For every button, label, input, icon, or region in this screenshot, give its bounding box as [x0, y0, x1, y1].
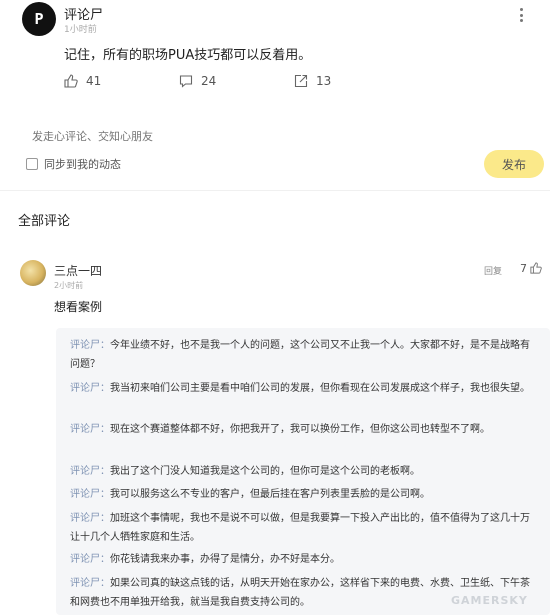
reply-author[interactable]: 评论尸：	[70, 513, 110, 524]
reply-author[interactable]: 评论尸：	[70, 554, 110, 565]
post-body: 记住，所有的职场PUA技巧都可以反着用。	[64, 48, 312, 63]
reply-author[interactable]: 评论尸：	[70, 383, 110, 394]
watermark: GAMERSKY	[451, 594, 528, 607]
comments-section-title: 全部评论	[18, 214, 71, 229]
reply-text: 今年业绩不好，也不是我一个人的问题，这个公司又不止我一个人。大家都不好，是不是战…	[70, 340, 530, 370]
post-header: P 评论尸 1小时前	[16, 0, 536, 40]
like-count: 41	[86, 74, 102, 88]
post-author[interactable]: 评论尸	[64, 4, 103, 23]
reply-item: 评论尸：加班这个事情呢，我也不是说不可以做，但是我要算一下投入产出比的，值不值得…	[70, 509, 530, 547]
comment-author[interactable]: 三点一四	[54, 262, 102, 279]
reply-item: 评论尸：我可以服务这么不专业的客户，但最后挂在客户列表里丢脸的是公司啊。	[70, 485, 530, 504]
post-time: 1小时前	[64, 25, 97, 35]
reply-author[interactable]: 评论尸：	[70, 340, 110, 351]
reply-author[interactable]: 评论尸：	[70, 489, 110, 500]
more-options-icon[interactable]	[512, 6, 530, 24]
thumbs-up-icon	[64, 74, 78, 88]
reply-text: 现在这个赛道整体都不好，你把我开了，我可以换份工作，但你这公司也转型不了啊。	[110, 424, 490, 435]
reply-text: 我可以服务这么不专业的客户，但最后挂在客户列表里丢脸的是公司啊。	[110, 489, 430, 500]
commenter-avatar[interactable]	[20, 260, 46, 286]
share-icon	[294, 74, 308, 88]
reply-text: 你花钱请我来办事，办得了是情分，办不好是本分。	[110, 554, 340, 565]
comment-like-icon[interactable]	[530, 262, 542, 274]
reply-item: 评论尸：我当初来咱们公司主要是看中咱们公司的发展，但你看现在公司发展成这个样子，…	[70, 379, 530, 398]
avatar-glyph: P	[34, 10, 44, 28]
reply-thread: 评论尸：今年业绩不好，也不是我一个人的问题，这个公司又不止我一个人。大家都不好，…	[56, 328, 550, 615]
reply-item: 评论尸：今年业绩不好，也不是我一个人的问题，这个公司又不止我一个人。大家都不好，…	[70, 336, 530, 374]
sync-option[interactable]: 同步到我的动态	[26, 156, 121, 172]
comment-text: 想看案例	[54, 300, 103, 314]
section-divider	[0, 190, 550, 191]
comment-icon	[179, 75, 193, 88]
share-button[interactable]: 13	[294, 74, 409, 88]
reply-text: 我当初来咱们公司主要是看中咱们公司的发展，但你看现在公司发展成这个样子，我也很失…	[110, 383, 530, 394]
comment-like-count: 7	[520, 262, 527, 275]
comment-input[interactable]	[16, 118, 536, 150]
reply-button[interactable]: 回复	[484, 264, 502, 277]
share-count: 13	[316, 74, 332, 88]
reply-author[interactable]: 评论尸：	[70, 424, 110, 435]
publish-button[interactable]: 发布	[484, 150, 544, 178]
comment-time: 2小时前	[54, 281, 84, 290]
post-actions: 41 24 13	[64, 74, 409, 88]
reply-author[interactable]: 评论尸：	[70, 578, 110, 589]
author-avatar[interactable]: P	[22, 2, 56, 36]
reply-author[interactable]: 评论尸：	[70, 466, 110, 477]
reply-text: 我出了这个门没人知道我是这个公司的，但你可是这个公司的老板啊。	[110, 466, 420, 477]
sync-checkbox[interactable]	[26, 158, 38, 170]
comment-count: 24	[201, 74, 217, 88]
reply-item: 评论尸：你花钱请我来办事，办得了是情分，办不好是本分。	[70, 550, 530, 569]
reply-item: 评论尸：我出了这个门没人知道我是这个公司的，但你可是这个公司的老板啊。	[70, 462, 530, 481]
sync-label: 同步到我的动态	[44, 158, 121, 171]
reply-text: 加班这个事情呢，我也不是说不可以做，但是我要算一下投入产出比的，值不值得为了这几…	[70, 513, 530, 543]
like-button[interactable]: 41	[64, 74, 179, 88]
reply-item: 评论尸：现在这个赛道整体都不好，你把我开了，我可以换份工作，但你这公司也转型不了…	[70, 420, 530, 439]
comment-button[interactable]: 24	[179, 74, 294, 88]
